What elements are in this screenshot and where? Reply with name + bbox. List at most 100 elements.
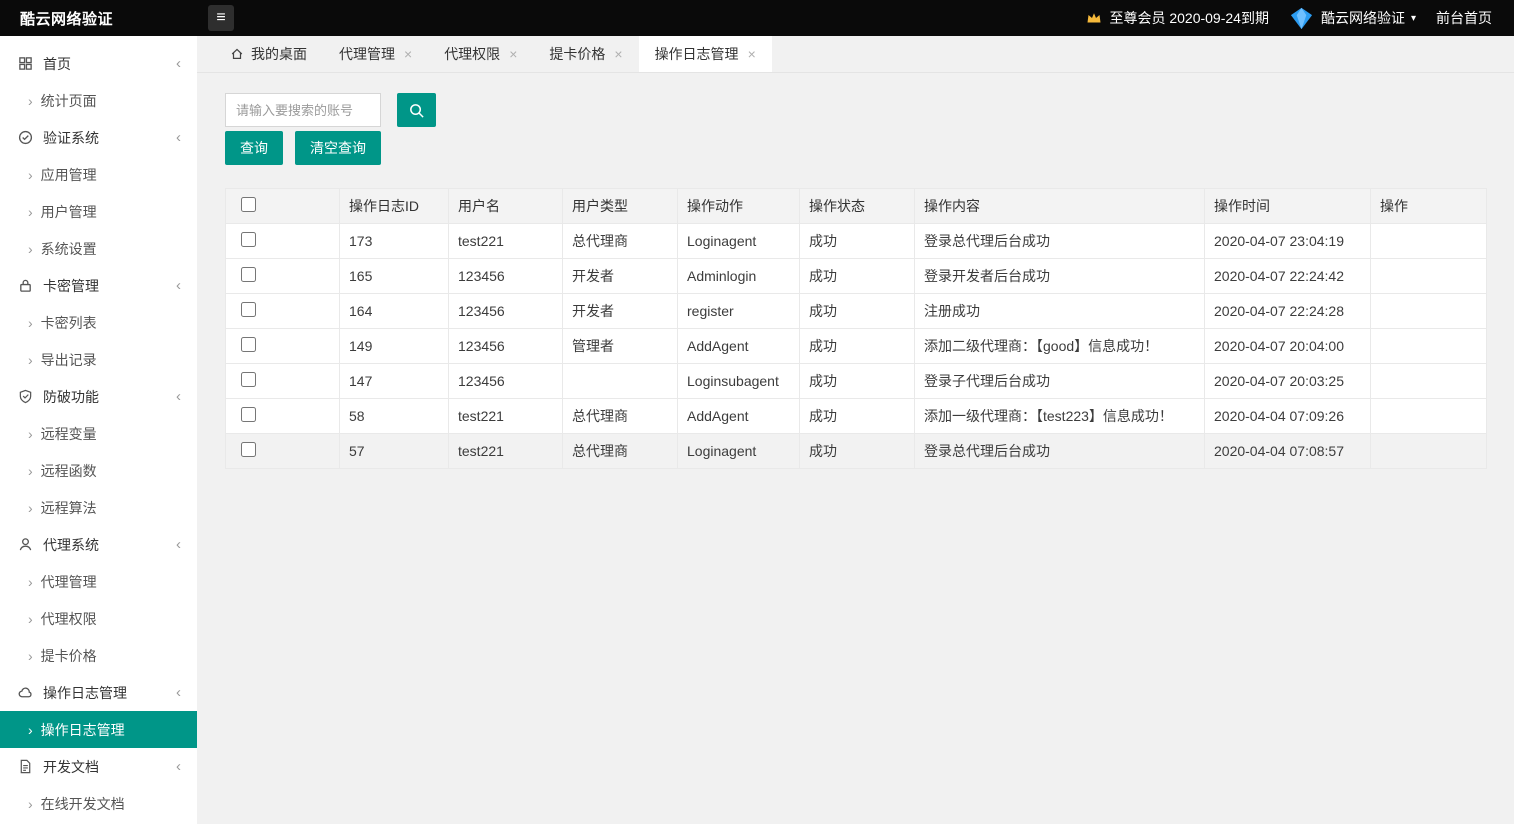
chevron-right-icon: ›	[28, 648, 33, 664]
clear-query-button[interactable]: 清空查询	[295, 131, 381, 165]
query-button[interactable]: 查询	[225, 131, 283, 165]
sidebar-item[interactable]: ›提卡价格	[0, 637, 197, 674]
sidebar-section-4[interactable]: 防破功能‹	[0, 378, 197, 415]
sidebar-item[interactable]: ›远程变量	[0, 415, 197, 452]
sidebar-item[interactable]: ›代理权限	[0, 600, 197, 637]
main-content: 查询 清空查询 操作日志ID用户名用户类型操作动作操作状态操作内容操作时间操作 …	[197, 74, 1514, 824]
sidebar-item[interactable]: ›远程算法	[0, 489, 197, 526]
table-cell: 总代理商	[563, 224, 678, 259]
table-cell: 123456	[449, 364, 563, 399]
sidebar-item[interactable]: ›卡密列表	[0, 304, 197, 341]
app-title: 酷云网络验证	[0, 8, 197, 29]
log-table: 操作日志ID用户名用户类型操作动作操作状态操作内容操作时间操作 173test2…	[225, 188, 1487, 469]
table-cell	[1371, 259, 1487, 294]
sidebar-section-3[interactable]: 卡密管理‹	[0, 267, 197, 304]
row-checkbox[interactable]	[241, 267, 256, 282]
vip-crown-icon	[1086, 11, 1102, 25]
sidebar-item-label: 远程变量	[41, 424, 97, 444]
table-cell: 开发者	[563, 259, 678, 294]
caret-down-icon: ▾	[1411, 13, 1416, 24]
sidebar-item[interactable]: ›统计页面	[0, 82, 197, 119]
tab-close-icon[interactable]: ×	[614, 47, 622, 61]
tab-4[interactable]: 提卡价格 ×	[533, 36, 638, 72]
column-header: 操作日志ID	[340, 189, 449, 224]
sidebar-item[interactable]: ›代理管理	[0, 563, 197, 600]
table-cell: 登录开发者后台成功	[915, 259, 1205, 294]
search-input[interactable]	[225, 93, 381, 127]
row-checkbox[interactable]	[241, 302, 256, 317]
tab-5[interactable]: 操作日志管理×	[639, 36, 772, 72]
search-button[interactable]	[397, 93, 436, 127]
sidebar-item-label: 用户管理	[41, 202, 97, 222]
table-cell: 57	[340, 434, 449, 469]
sidebar-item[interactable]: ›系统设置	[0, 230, 197, 267]
table-cell: 成功	[800, 294, 915, 329]
table-cell: AddAgent	[678, 329, 800, 364]
vip-status[interactable]: 至尊会员 2020-09-24到期	[1086, 8, 1269, 28]
tab-1[interactable]: 我的桌面	[214, 36, 323, 72]
topbar-right: 至尊会员 2020-09-24到期 酷云网络验证 ▾ 前台首页	[1066, 6, 1514, 31]
sidebar-section-7[interactable]: 开发文档‹	[0, 748, 197, 785]
row-checkbox-cell	[226, 224, 340, 259]
table-cell: 58	[340, 399, 449, 434]
account-name: 酷云网络验证	[1321, 8, 1405, 28]
sidebar-item[interactable]: ›操作日志管理	[0, 711, 197, 748]
column-header: 用户名	[449, 189, 563, 224]
hamburger-menu-icon[interactable]: ≡	[208, 5, 234, 31]
row-checkbox[interactable]	[241, 337, 256, 352]
row-checkbox-cell	[226, 329, 340, 364]
table-cell: 2020-04-07 20:03:25	[1205, 364, 1371, 399]
front-home-label: 前台首页	[1436, 8, 1492, 28]
row-checkbox[interactable]	[241, 407, 256, 422]
chevron-right-icon: ›	[28, 315, 33, 331]
account-menu[interactable]: 酷云网络验证 ▾	[1289, 6, 1416, 31]
sidebar-section-2[interactable]: 验证系统‹	[0, 119, 197, 156]
table-cell: 123456	[449, 294, 563, 329]
table-cell: 开发者	[563, 294, 678, 329]
sidebar-item[interactable]: ›用户管理	[0, 193, 197, 230]
sidebar-item[interactable]: › 在线开发文档	[0, 785, 197, 822]
table-cell: Loginagent	[678, 224, 800, 259]
row-checkbox[interactable]	[241, 372, 256, 387]
row-checkbox-cell	[226, 399, 340, 434]
table-cell: test221	[449, 399, 563, 434]
tab-label: 代理管理	[339, 44, 395, 64]
tab-close-icon[interactable]: ×	[404, 47, 412, 61]
sidebar-section-6[interactable]: 操作日志管理‹	[0, 674, 197, 711]
sidebar-item-label: 在线开发文档	[41, 794, 125, 814]
sidebar-item[interactable]: ›应用管理	[0, 156, 197, 193]
tab-close-icon[interactable]: ×	[748, 47, 756, 61]
tab-3[interactable]: 代理权限×	[428, 36, 533, 72]
table-cell: 添加一级代理商：【test223】信息成功！	[915, 399, 1205, 434]
sidebar-item-label: 导出记录	[41, 350, 97, 370]
table-cell	[1371, 434, 1487, 469]
row-checkbox-cell	[226, 294, 340, 329]
chevron-right-icon: ›	[28, 463, 33, 479]
table-cell: test221	[449, 434, 563, 469]
sidebar-item[interactable]: › 远程函数	[0, 452, 197, 489]
sidebar-section-1[interactable]: 首页‹	[0, 45, 197, 82]
tab-close-icon[interactable]: ×	[509, 47, 517, 61]
sidebar-item-label: 远程函数	[41, 461, 97, 481]
table-cell: 登录总代理后台成功	[915, 224, 1205, 259]
select-all-checkbox[interactable]	[241, 197, 256, 212]
row-checkbox[interactable]	[241, 232, 256, 247]
front-home-link[interactable]: 前台首页	[1436, 8, 1492, 28]
table-cell: Loginagent	[678, 434, 800, 469]
table-cell	[1371, 399, 1487, 434]
chevron-collapse-icon: ‹	[176, 55, 181, 72]
table-cell: 登录子代理后台成功	[915, 364, 1205, 399]
table-row: 149123456管理者AddAgent成功添加二级代理商：【good】信息成功…	[226, 329, 1487, 364]
table-cell	[1371, 224, 1487, 259]
chevron-right-icon: ›	[28, 796, 33, 812]
chevron-collapse-icon: ‹	[176, 758, 181, 775]
sidebar-item[interactable]: ›导出记录	[0, 341, 197, 378]
sidebar-section-5[interactable]: 代理系统‹	[0, 526, 197, 563]
table-cell: 添加二级代理商：【good】信息成功！	[915, 329, 1205, 364]
tab-2[interactable]: 代理管理 ×	[323, 36, 428, 72]
diamond-icon	[1289, 6, 1314, 31]
doc-icon	[18, 759, 34, 774]
tab-label: 提卡价格	[549, 44, 605, 64]
table-cell: 管理者	[563, 329, 678, 364]
row-checkbox[interactable]	[241, 442, 256, 457]
